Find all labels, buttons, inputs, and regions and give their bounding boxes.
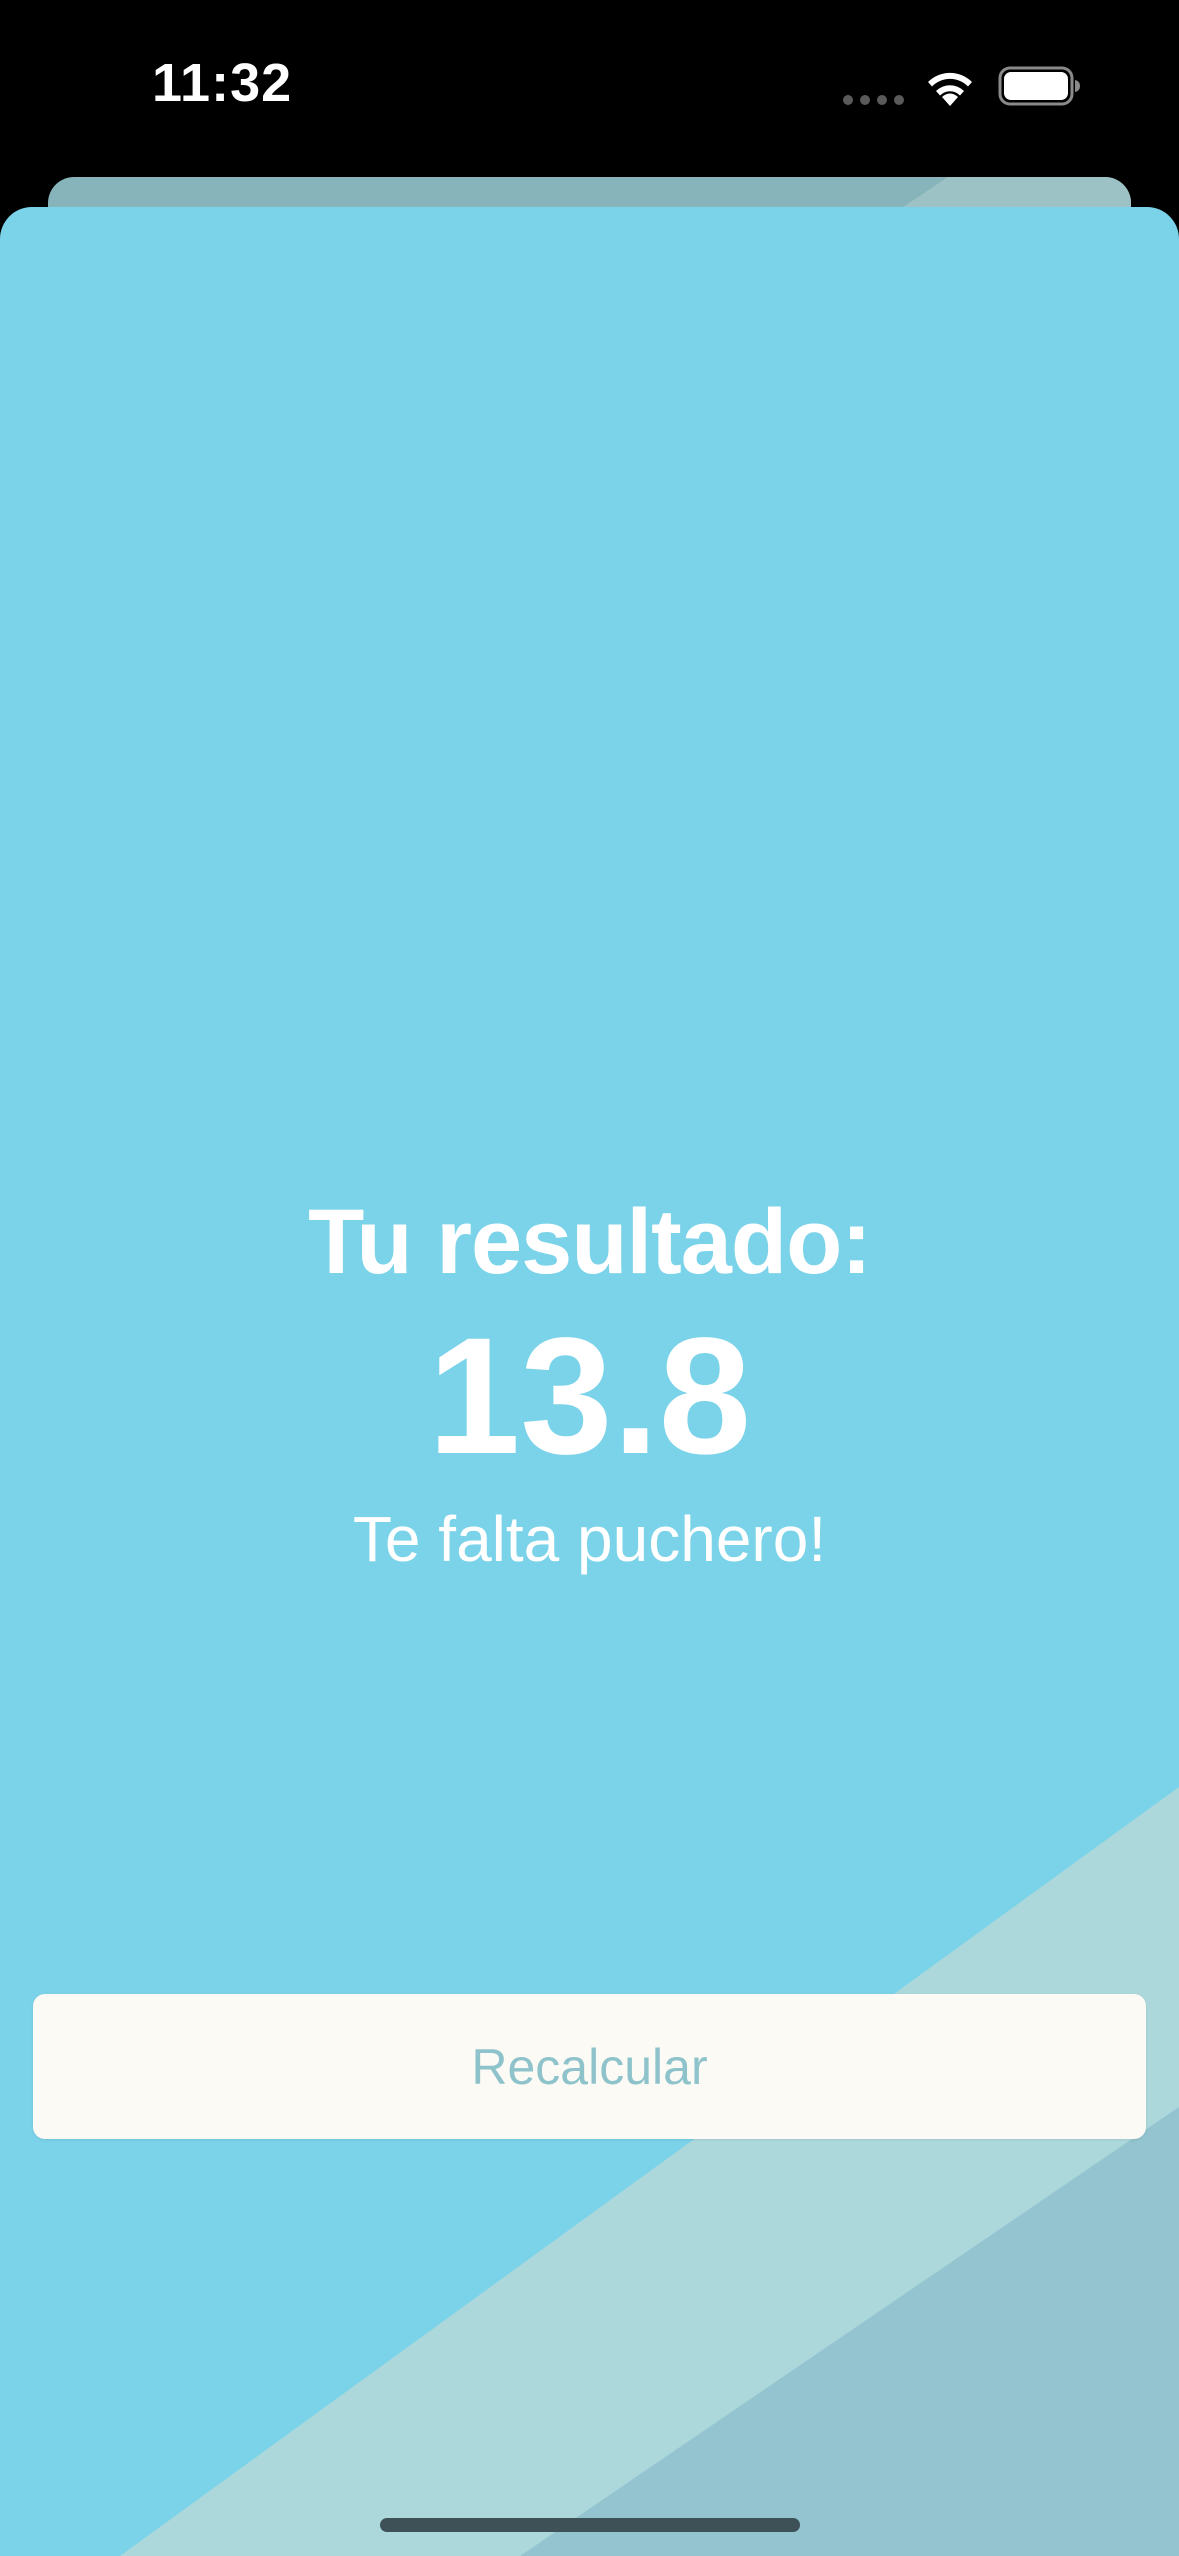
recalculate-button-label: Recalcular [471, 2038, 708, 2095]
result-value: 13.8 [427, 1304, 752, 1489]
battery-icon [998, 66, 1080, 106]
status-time: 11:32 [152, 53, 293, 113]
recalculate-button[interactable]: Recalcular [33, 1994, 1146, 2139]
home-indicator[interactable] [380, 2518, 800, 2532]
wifi-icon [928, 72, 972, 106]
cellular-dots-icon [843, 95, 905, 105]
result-title: Tu resultado: [308, 1191, 872, 1293]
result-sheet: Tu resultado: 13.8 Te falta puchero! [0, 207, 1179, 2556]
app-screen: 11:32 Tu resultado: 13.8 Te falta pucher… [0, 0, 1179, 2556]
result-message: Te falta puchero! [352, 1503, 827, 1575]
status-bar: 11:32 [0, 0, 1179, 175]
